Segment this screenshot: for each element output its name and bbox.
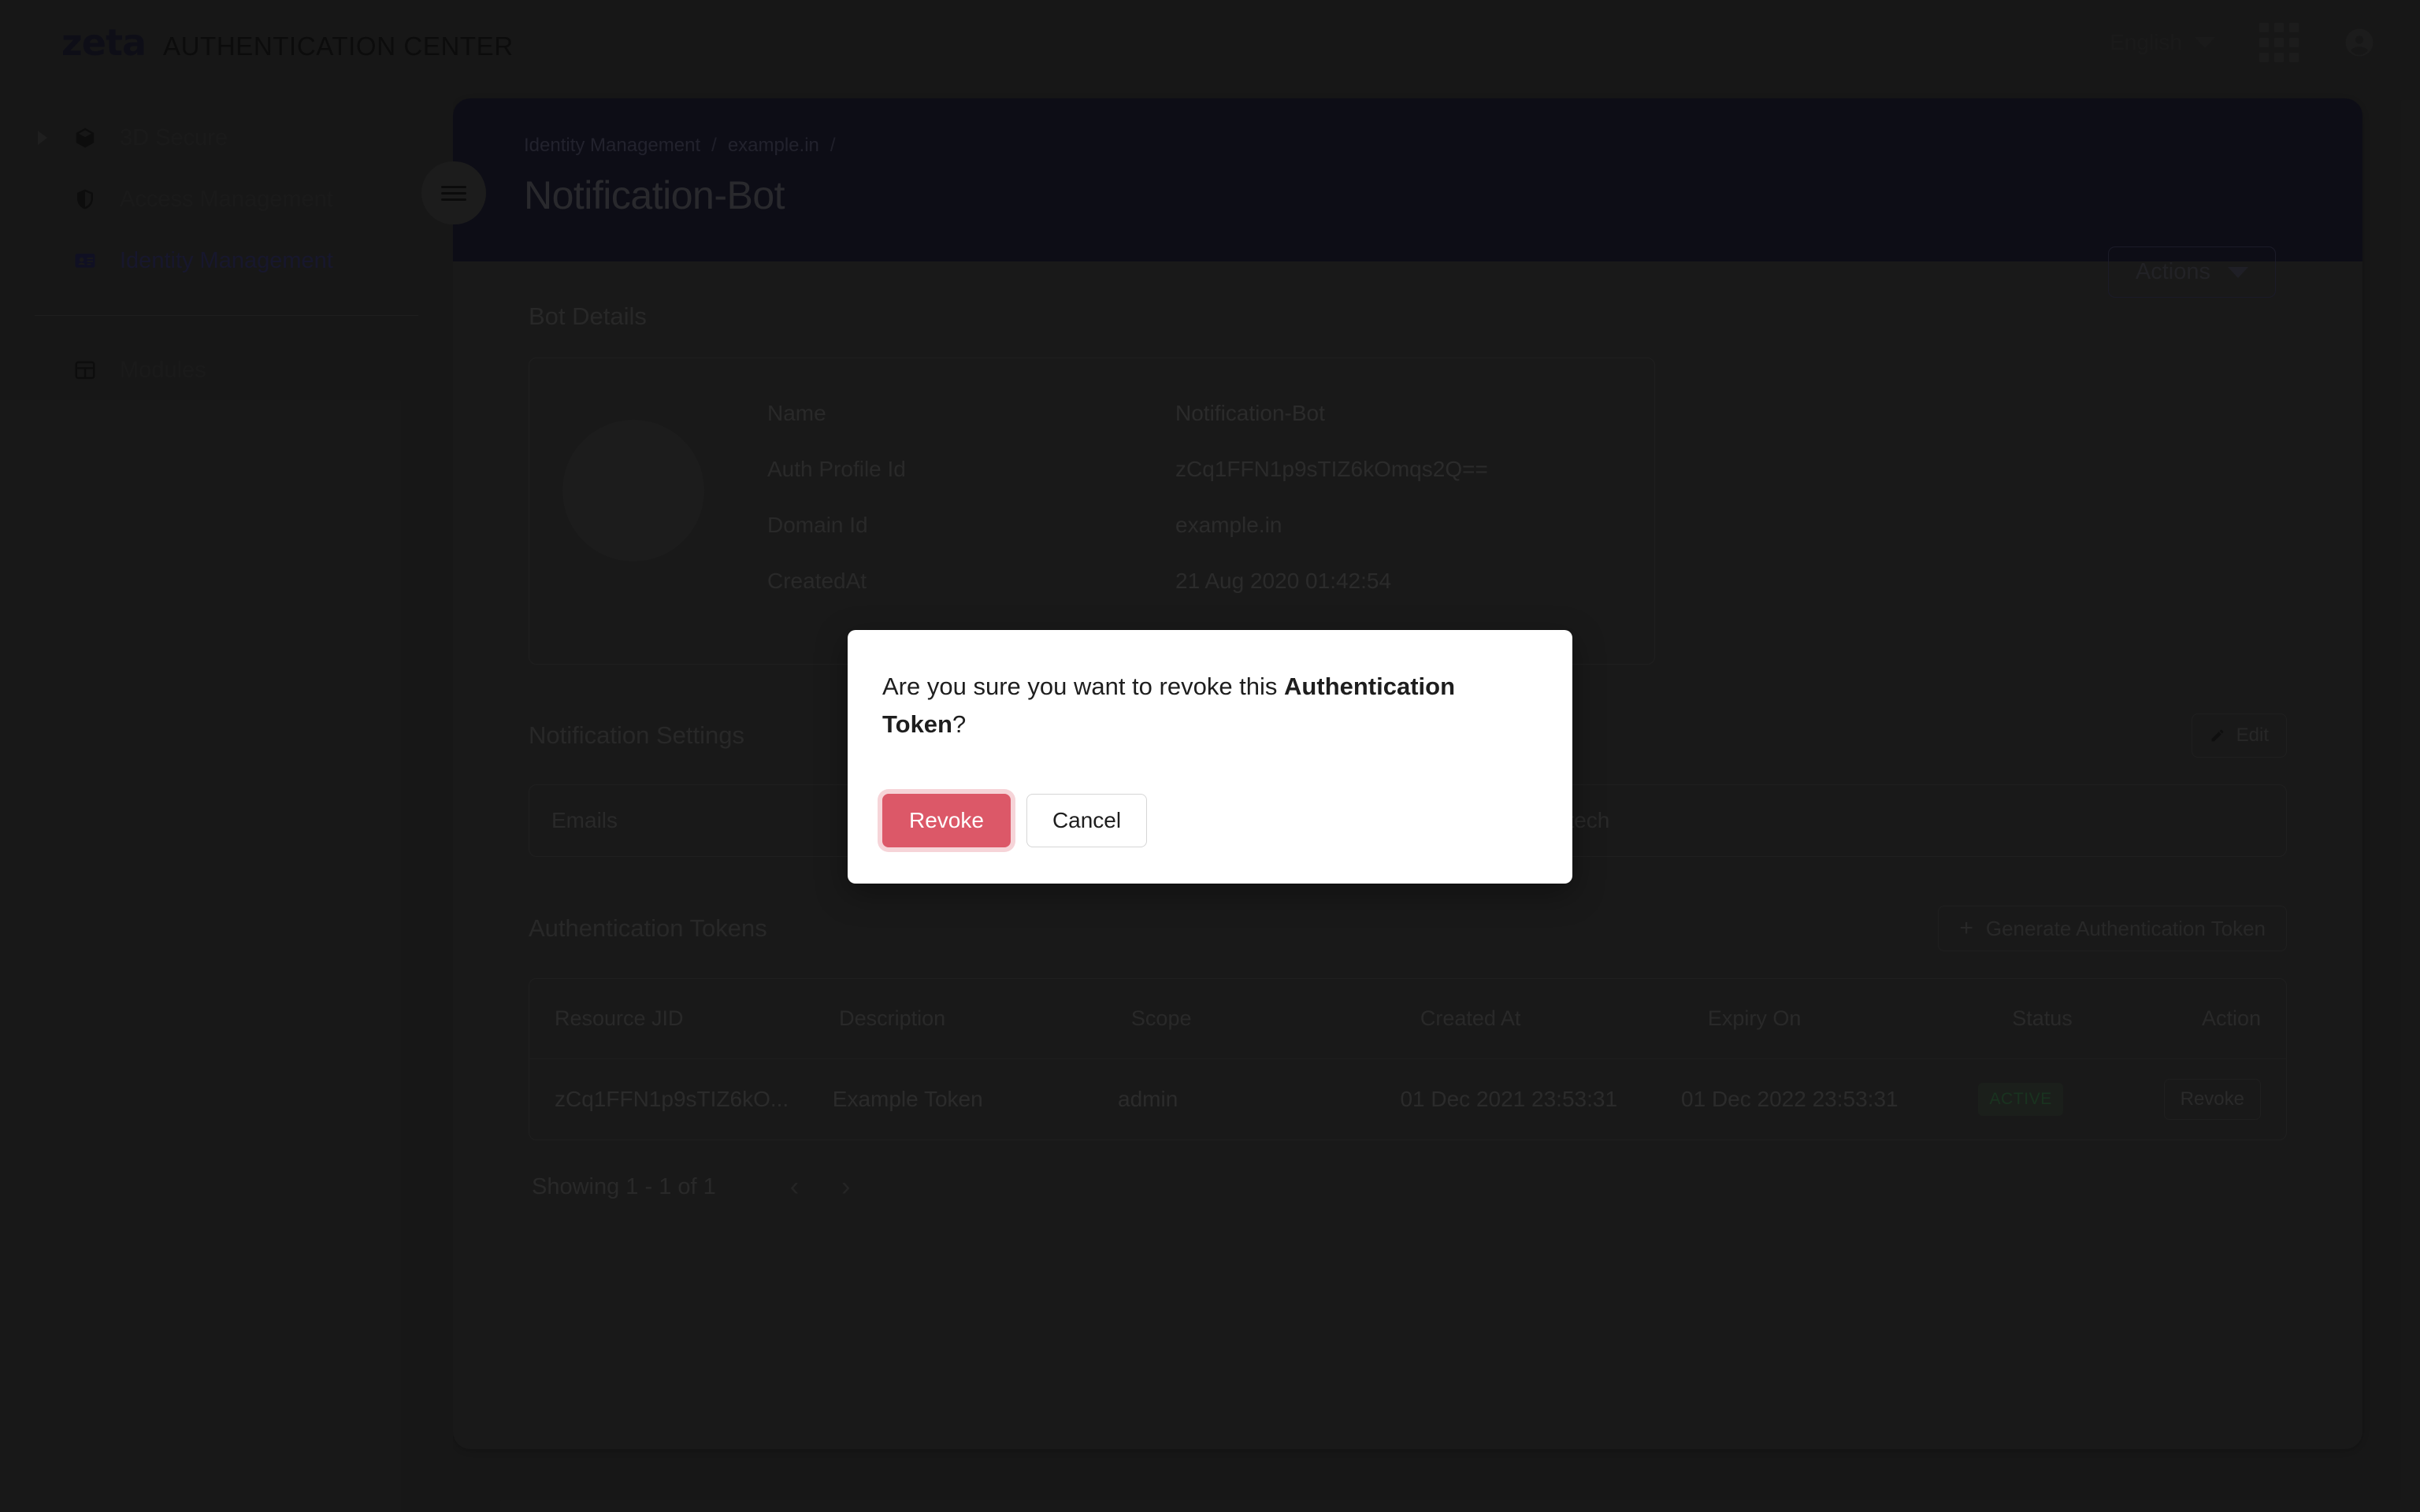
dialog-actions: Revoke Cancel bbox=[882, 794, 1538, 848]
dialog-message-prefix: Are you sure you want to revoke this bbox=[882, 673, 1285, 700]
dialog-message: Are you sure you want to revoke this Aut… bbox=[882, 668, 1481, 743]
app-screen: zeta AUTHENTICATION CENTER English 3D Se… bbox=[0, 0, 2420, 1512]
cancel-button[interactable]: Cancel bbox=[1026, 794, 1148, 848]
dialog-message-suffix: ? bbox=[952, 710, 967, 739]
revoke-confirmation-dialog: Are you sure you want to revoke this Aut… bbox=[848, 630, 1572, 884]
confirm-revoke-button[interactable]: Revoke bbox=[882, 794, 1011, 848]
